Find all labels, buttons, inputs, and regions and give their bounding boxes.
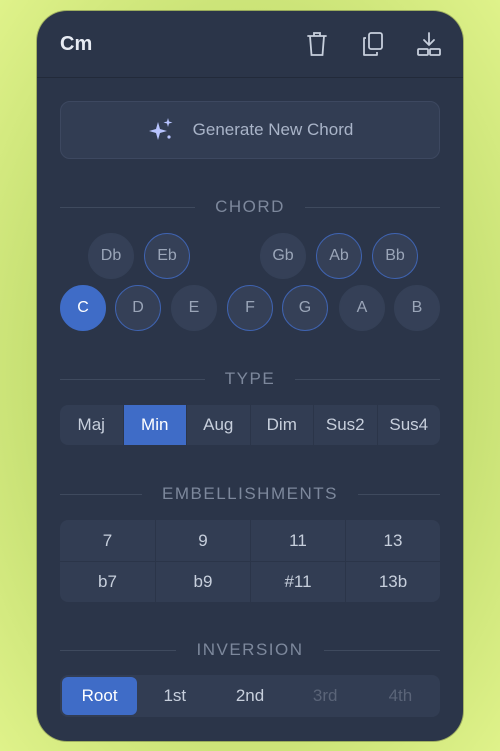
chord-editor-panel: Cm Generate New Chord CHORD Db Eb Gb Ab … xyxy=(37,11,463,741)
delete-button[interactable] xyxy=(304,29,330,59)
type-maj[interactable]: Maj xyxy=(60,405,123,445)
header: Cm xyxy=(37,11,463,78)
note-ab[interactable]: Ab xyxy=(316,233,362,279)
note-eb[interactable]: Eb xyxy=(144,233,190,279)
embellishment-13b[interactable]: 13b xyxy=(345,561,440,602)
copy-icon xyxy=(363,32,383,56)
note-a[interactable]: A xyxy=(339,285,385,331)
duplicate-button[interactable] xyxy=(360,29,386,59)
embellishment-sharp11[interactable]: #11 xyxy=(250,561,345,602)
embellishment-11[interactable]: 11 xyxy=(250,520,345,561)
type-dim[interactable]: Dim xyxy=(249,405,314,445)
note-b[interactable]: B xyxy=(394,285,440,331)
note-e[interactable]: E xyxy=(171,285,217,331)
embellishment-b9[interactable]: b9 xyxy=(155,561,250,602)
chord-type-selector: Maj Min Aug Dim Sus2 Sus4 xyxy=(60,405,440,445)
embellishment-b7[interactable]: b7 xyxy=(60,561,155,602)
inversion-root[interactable]: Root xyxy=(62,677,138,715)
generate-chord-label: Generate New Chord xyxy=(192,120,354,139)
note-d[interactable]: D xyxy=(115,285,161,331)
trash-icon xyxy=(307,32,327,56)
note-db[interactable]: Db xyxy=(88,233,134,279)
inversion-selector: Root 1st 2nd 3rd 4th xyxy=(60,675,440,717)
embellishments-grid: 7 9 11 13 b7 b9 #11 13b xyxy=(60,520,440,602)
embellishment-9[interactable]: 9 xyxy=(155,520,250,561)
type-sus2[interactable]: Sus2 xyxy=(313,405,377,445)
note-f[interactable]: F xyxy=(227,285,273,331)
note-c[interactable]: C xyxy=(60,285,106,331)
inversion-1st[interactable]: 1st xyxy=(137,677,212,715)
type-section-title: TYPE xyxy=(60,369,440,389)
type-min[interactable]: Min xyxy=(122,405,186,445)
type-aug[interactable]: Aug xyxy=(186,405,250,445)
inversion-3rd: 3rd xyxy=(312,686,338,705)
generate-chord-button[interactable]: Generate New Chord xyxy=(60,101,440,159)
type-sus4[interactable]: Sus4 xyxy=(376,405,441,445)
embellishment-7[interactable]: 7 xyxy=(60,520,155,561)
note-gb[interactable]: Gb xyxy=(260,233,306,279)
download-button[interactable] xyxy=(416,29,442,59)
download-icon xyxy=(417,32,441,56)
inversion-4th: 4th xyxy=(388,686,413,705)
note-bb[interactable]: Bb xyxy=(372,233,418,279)
embellishment-13[interactable]: 13 xyxy=(345,520,440,561)
inversion-2nd[interactable]: 2nd xyxy=(212,677,287,715)
chord-title: Cm xyxy=(60,32,93,55)
note-g[interactable]: G xyxy=(282,285,328,331)
chord-section-title: CHORD xyxy=(60,197,440,217)
sparkle-icon xyxy=(148,118,173,140)
inversion-section-title: INVERSION xyxy=(60,640,440,660)
embellishments-section-title: EMBELLISHMENTS xyxy=(60,484,440,504)
